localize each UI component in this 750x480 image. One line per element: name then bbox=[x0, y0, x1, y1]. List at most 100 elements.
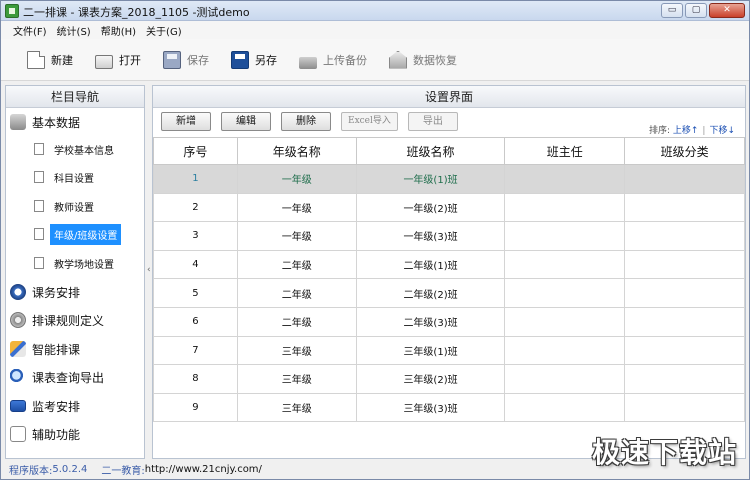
save-button[interactable]: 保存 bbox=[163, 50, 209, 69]
table-cell[interactable]: 三年级 bbox=[236, 364, 357, 394]
table-cell[interactable]: 二年级(3)班 bbox=[355, 306, 506, 337]
nav-group-auxiliary[interactable]: 辅助功能 bbox=[10, 422, 80, 446]
open-button[interactable]: 打开 bbox=[95, 52, 141, 69]
nav-item-teachers[interactable]: 教师设置 bbox=[34, 193, 98, 219]
table-row[interactable]: 5 二年级 二年级(2)班 bbox=[153, 278, 745, 308]
clock-icon bbox=[10, 284, 26, 300]
minimize-button[interactable]: ▭ bbox=[661, 3, 683, 18]
nav-group-smart-schedule[interactable]: 智能排课 bbox=[10, 337, 80, 361]
table-cell[interactable]: 7 bbox=[153, 335, 238, 366]
table-row[interactable]: 7 三年级 三年级(1)班 bbox=[153, 335, 745, 366]
table-cell[interactable] bbox=[504, 392, 626, 423]
table-cell[interactable]: 5 bbox=[153, 278, 238, 308]
table-row[interactable]: 1 一年级 一年级(1)班 bbox=[153, 164, 745, 194]
collapse-arrow-icon[interactable]: ‹ bbox=[147, 265, 151, 275]
table-row[interactable]: 3 一年级 一年级(3)班 bbox=[153, 221, 745, 251]
table-cell[interactable]: 三年级(2)班 bbox=[355, 364, 506, 394]
table-cell[interactable]: 一年级 bbox=[236, 221, 357, 251]
table-row[interactable]: 6 二年级 二年级(3)班 bbox=[153, 306, 745, 337]
table-cell[interactable]: 二年级(1)班 bbox=[355, 249, 506, 280]
page-icon bbox=[34, 200, 44, 212]
column-header[interactable]: 年级名称 bbox=[236, 137, 357, 165]
column-header[interactable]: 班级分类 bbox=[624, 137, 745, 165]
table-cell[interactable] bbox=[624, 164, 745, 194]
table-cell[interactable] bbox=[504, 335, 626, 366]
maximize-button[interactable]: ▢ bbox=[685, 3, 707, 18]
table-cell[interactable]: 6 bbox=[153, 306, 238, 337]
table-cell[interactable] bbox=[504, 164, 626, 194]
site-label: 二一教育: bbox=[101, 466, 145, 477]
menu-stats[interactable]: 统计(S) bbox=[57, 23, 91, 38]
table-cell[interactable]: 一年级(3)班 bbox=[355, 221, 506, 251]
excel-import-button[interactable]: Excel导入 bbox=[341, 112, 398, 131]
table-cell[interactable]: 一年级 bbox=[236, 164, 357, 194]
table-cell[interactable]: 三年级 bbox=[236, 392, 357, 423]
close-button[interactable]: ✕ bbox=[709, 3, 745, 18]
table-cell[interactable]: 9 bbox=[153, 392, 238, 423]
menu-about[interactable]: 关于(G) bbox=[146, 23, 182, 38]
table-cell[interactable]: 三年级 bbox=[236, 335, 357, 366]
nav-group-basic-data[interactable]: 基本数据 bbox=[10, 110, 80, 134]
table-cell[interactable]: 一年级(1)班 bbox=[355, 164, 506, 194]
nav-group-course-arrangement[interactable]: 课务安排 bbox=[10, 280, 80, 304]
nav-item-grade-class[interactable]: 年级/班级设置 bbox=[34, 221, 122, 247]
table-cell[interactable] bbox=[504, 192, 626, 223]
table-cell[interactable]: 2 bbox=[153, 192, 238, 223]
delete-button[interactable]: 删除 bbox=[281, 112, 331, 131]
table-cell[interactable]: 1 bbox=[153, 164, 238, 194]
export-button[interactable]: 导出 bbox=[407, 112, 458, 131]
nav-item-venues[interactable]: 教学场地设置 bbox=[34, 250, 118, 276]
menu-bar: 文件(F) 统计(S) 帮助(H) 关于(G) bbox=[1, 21, 749, 39]
table-cell[interactable] bbox=[624, 335, 745, 366]
menu-file[interactable]: 文件(F) bbox=[13, 23, 47, 38]
table-cell[interactable]: 二年级 bbox=[236, 278, 357, 308]
table-cell[interactable] bbox=[624, 364, 745, 394]
nav-item-subjects[interactable]: 科目设置 bbox=[34, 164, 98, 190]
move-down-link[interactable]: 下移↓ bbox=[709, 126, 735, 136]
menu-help[interactable]: 帮助(H) bbox=[101, 23, 136, 38]
nav-group-rules[interactable]: 排课规则定义 bbox=[10, 308, 104, 332]
add-button[interactable]: 新增 bbox=[161, 112, 211, 131]
watermark: 极速下载站 bbox=[591, 436, 737, 469]
site-link[interactable]: http://www.21cnjy.com/ bbox=[145, 464, 262, 475]
table-row[interactable]: 2 一年级 一年级(2)班 bbox=[153, 192, 745, 223]
table-cell[interactable] bbox=[504, 278, 626, 308]
table-cell[interactable]: 4 bbox=[153, 249, 238, 280]
table-cell[interactable] bbox=[504, 221, 626, 251]
column-header[interactable]: 班级名称 bbox=[355, 137, 506, 165]
nav-group-label: 基本数据 bbox=[32, 115, 81, 130]
table-cell[interactable] bbox=[504, 306, 626, 337]
new-button[interactable]: 新建 bbox=[27, 50, 73, 69]
table-cell[interactable]: 二年级(2)班 bbox=[355, 278, 506, 308]
table-row[interactable]: 8 三年级 三年级(2)班 bbox=[153, 364, 745, 394]
move-up-link[interactable]: 上移↑ bbox=[673, 126, 699, 136]
table-cell[interactable]: 二年级 bbox=[236, 249, 357, 280]
nav-item-school-info[interactable]: 学校基本信息 bbox=[34, 136, 118, 162]
table-cell[interactable]: 一年级(2)班 bbox=[355, 192, 506, 223]
table-cell[interactable]: 3 bbox=[153, 221, 238, 251]
table-cell[interactable] bbox=[624, 306, 745, 337]
table-cell[interactable] bbox=[624, 192, 745, 223]
table-cell[interactable]: 8 bbox=[153, 364, 238, 394]
table-row[interactable]: 9 三年级 三年级(3)班 bbox=[153, 392, 745, 423]
table-cell[interactable] bbox=[504, 249, 626, 280]
table-cell[interactable] bbox=[624, 278, 745, 308]
column-header[interactable]: 序号 bbox=[153, 137, 238, 165]
table-cell[interactable]: 二年级 bbox=[236, 306, 357, 337]
nav-group-query-export[interactable]: 课表查询导出 bbox=[10, 365, 104, 389]
nav-group-exam-invigilation[interactable]: 监考安排 bbox=[10, 394, 80, 418]
edit-button[interactable]: 编辑 bbox=[221, 112, 271, 131]
table-cell[interactable] bbox=[624, 249, 745, 280]
upload-backup-button[interactable]: 上传备份 bbox=[299, 52, 367, 69]
table-cell[interactable]: 三年级(1)班 bbox=[355, 335, 506, 366]
table-row[interactable]: 4 二年级 二年级(1)班 bbox=[153, 249, 745, 280]
table-cell[interactable] bbox=[624, 392, 745, 423]
table-cell[interactable]: 三年级(3)班 bbox=[355, 392, 506, 423]
table-cell[interactable]: 一年级 bbox=[236, 192, 357, 223]
column-header[interactable]: 班主任 bbox=[504, 137, 626, 165]
restore-button[interactable]: 数据恢复 bbox=[389, 50, 457, 69]
title-bar[interactable]: 二一排课 - 课表方案_2018_1105 -测试demo ▭ ▢ ✕ bbox=[1, 1, 749, 21]
table-cell[interactable] bbox=[624, 221, 745, 251]
save-as-button[interactable]: 另存 bbox=[231, 50, 277, 69]
table-cell[interactable] bbox=[504, 364, 626, 394]
